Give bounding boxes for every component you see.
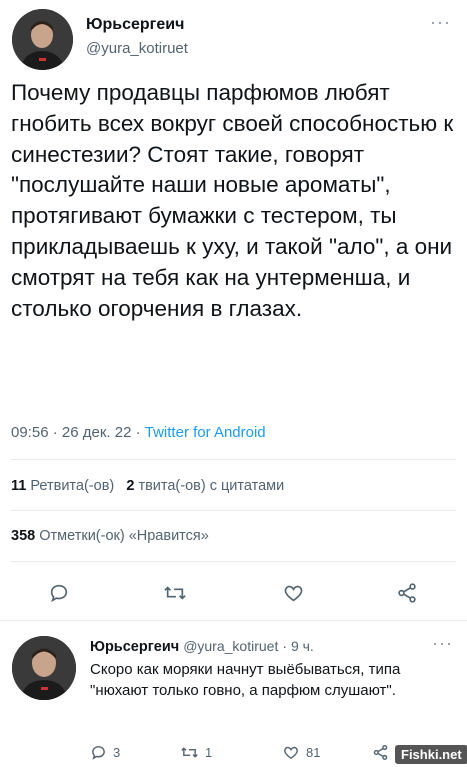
retweet-icon (181, 747, 198, 758)
like-icon (284, 746, 298, 760)
tweet-time[interactable]: 09:56 (11, 424, 49, 441)
retweet-icon[interactable] (163, 582, 187, 609)
retweet-stats[interactable]: 11 Ретвита(-ов) 2 твита(-ов) с цитатами (11, 478, 284, 494)
reply-like-action[interactable]: 81 (282, 744, 320, 761)
meta-separator: · (135, 424, 145, 441)
meta-separator: · (282, 638, 291, 654)
tweet-text: Почему продавцы парфюмов любят гнобить в… (11, 80, 454, 321)
watermark: Fishki.net (395, 745, 467, 764)
reply-author-name[interactable]: Юрьсергеич (90, 639, 179, 655)
share-icon (373, 744, 388, 761)
like-icon[interactable] (282, 582, 305, 609)
reply-author-handle[interactable]: @yura_kotiruet (183, 638, 278, 654)
reply-reply-count: 3 (113, 745, 121, 760)
quotes-count: 2 (126, 478, 135, 494)
divider (11, 459, 456, 460)
divider (11, 510, 456, 511)
reply-author-avatar[interactable] (12, 636, 76, 700)
divider (11, 561, 456, 562)
reply-retweet-count: 1 (205, 745, 213, 760)
author-avatar[interactable] (12, 9, 73, 70)
reply-icon[interactable] (48, 582, 70, 609)
tweet-date[interactable]: 26 дек. 22 (62, 424, 132, 441)
like-stats[interactable]: 358 Отметки(-ок) «Нравится» (11, 528, 209, 544)
reply-retweet-action[interactable]: 1 (180, 744, 212, 761)
author-handle[interactable]: @yura_kotiruet (86, 40, 188, 57)
reply-reply-action[interactable]: 3 (90, 744, 120, 761)
more-icon[interactable]: ··· (430, 12, 451, 33)
meta-separator: · (52, 424, 62, 441)
retweets-label: Ретвита(-ов) (30, 478, 115, 494)
reply-like-count: 81 (306, 745, 321, 760)
reply-time[interactable]: 9 ч. (291, 638, 314, 654)
divider (0, 620, 467, 621)
share-icon[interactable] (396, 582, 418, 609)
likes-label: Отметки(-ок) «Нравится» (39, 528, 209, 544)
quotes-label: твита(-ов) с цитатами (138, 478, 285, 494)
tweet-meta: 09:56 · 26 дек. 22 · Twitter for Android (11, 424, 266, 441)
reply-share-action[interactable] (372, 744, 389, 766)
tweet-source[interactable]: Twitter for Android (145, 424, 266, 441)
author-name[interactable]: Юрьсергеич (86, 16, 184, 34)
reply-more-icon[interactable]: ··· (432, 633, 453, 654)
reply-icon (92, 746, 105, 760)
retweets-count: 11 (11, 478, 27, 494)
likes-count: 358 (11, 528, 36, 544)
reply-header: Юрьсергеич @yura_kotiruet · 9 ч. (90, 638, 314, 655)
reply-text: Скоро как моряки начнут выёбываться, тип… (90, 661, 401, 699)
